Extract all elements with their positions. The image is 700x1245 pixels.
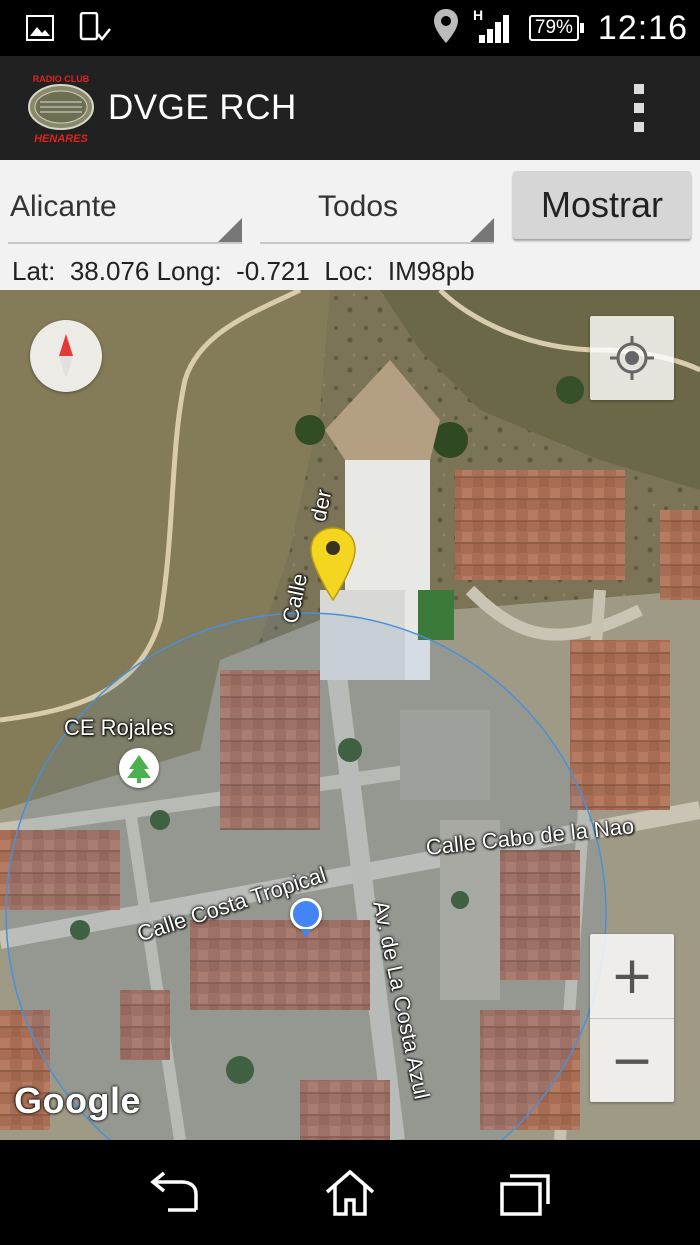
type-dropdown-value: Todos xyxy=(318,190,399,223)
heading-indicator xyxy=(301,929,311,938)
type-dropdown[interactable]: Todos xyxy=(260,176,494,244)
coordinates-readout: Lat: 38.076 Long: -0.721 Loc: IM98pb xyxy=(12,256,475,287)
loc-label: Loc: xyxy=(324,256,374,286)
map-view[interactable]: CE Rojales Calle Cabo de la Nao Calle Co… xyxy=(0,290,700,1140)
recents-icon[interactable] xyxy=(490,1168,560,1220)
radio-club-logo: RADIO CLUB HENARES xyxy=(26,72,96,145)
long-label: Long: xyxy=(156,256,222,286)
crosshair-icon xyxy=(610,336,654,380)
status-time: 12:16 xyxy=(597,8,688,47)
google-attribution: Google xyxy=(14,1080,141,1121)
loc-value: IM98pb xyxy=(387,256,475,286)
lat-label: Lat: xyxy=(12,256,56,286)
app-title: DVGE RCH xyxy=(108,88,297,127)
battery-level: 79% xyxy=(528,15,579,41)
back-icon[interactable] xyxy=(140,1168,210,1220)
zoom-in-button[interactable]: + xyxy=(590,934,674,1018)
province-dropdown[interactable]: Alicante xyxy=(8,176,242,244)
status-bar: H 79% 12:16 xyxy=(0,0,700,56)
svg-text:HENARES: HENARES xyxy=(34,133,88,144)
show-button[interactable]: Mostrar xyxy=(513,171,691,239)
my-location-button[interactable] xyxy=(590,316,674,400)
lat-value: 38.076 xyxy=(69,256,150,286)
dropdown-arrow-icon xyxy=(218,218,242,242)
compass-icon xyxy=(59,334,73,378)
zoom-controls: + − xyxy=(590,934,674,1102)
image-icon xyxy=(26,15,54,46)
compass-button[interactable] xyxy=(30,320,102,392)
dropdown-arrow-icon xyxy=(470,218,494,242)
location-marker-icon[interactable] xyxy=(308,526,358,602)
home-icon[interactable] xyxy=(315,1168,385,1220)
zoom-out-button[interactable]: − xyxy=(590,1018,674,1102)
long-value: -0.721 xyxy=(236,256,310,286)
phone-sync-icon xyxy=(78,11,112,49)
my-location-dot xyxy=(290,898,322,930)
location-pin-icon xyxy=(433,8,459,49)
province-dropdown-value: Alicante xyxy=(10,190,117,223)
park-poi-icon[interactable] xyxy=(119,748,159,788)
signal-icon: H xyxy=(473,7,515,50)
svg-text:H: H xyxy=(473,7,483,23)
filter-controls: Alicante Todos Mostrar Lat: 38.076 Long:… xyxy=(0,160,700,290)
svg-text:RADIO CLUB: RADIO CLUB xyxy=(33,74,90,84)
battery-icon: 79% xyxy=(528,15,584,41)
system-nav-bar xyxy=(0,1140,700,1245)
app-bar: RADIO CLUB HENARES DVGE RCH xyxy=(0,56,700,160)
overflow-menu-icon[interactable] xyxy=(626,82,652,134)
poi-label: CE Rojales xyxy=(64,715,175,740)
